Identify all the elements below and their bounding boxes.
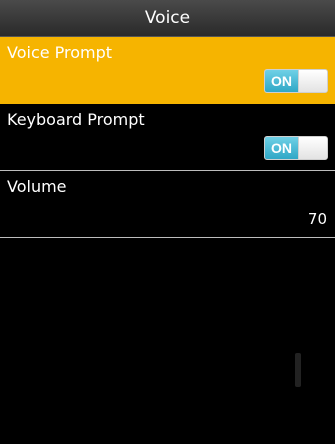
menu-item-label: Voice Prompt [7, 43, 113, 62]
title-bar: Voice [0, 0, 335, 37]
scroll-indicator [295, 353, 301, 387]
toggle-on-label: ON [265, 70, 298, 92]
menu-item-label: Volume [7, 177, 67, 196]
empty-area [0, 238, 335, 435]
toggle-knob [298, 137, 327, 159]
menu-item-label: Keyboard Prompt [7, 110, 145, 129]
voice-prompt-toggle[interactable]: ON [264, 69, 328, 93]
voice-settings-screen: Voice Voice Prompt ON Keyboard Prompt ON… [0, 0, 335, 444]
toggle-on-label: ON [265, 137, 298, 159]
menu-item-keyboard-prompt[interactable]: Keyboard Prompt ON [0, 104, 335, 171]
toggle-knob [298, 70, 327, 92]
volume-value: 70 [307, 210, 327, 228]
page-title: Voice [144, 8, 191, 28]
menu-item-voice-prompt[interactable]: Voice Prompt ON [0, 37, 335, 104]
menu-item-volume[interactable]: Volume 70 [0, 171, 335, 238]
keyboard-prompt-toggle[interactable]: ON [264, 136, 328, 160]
